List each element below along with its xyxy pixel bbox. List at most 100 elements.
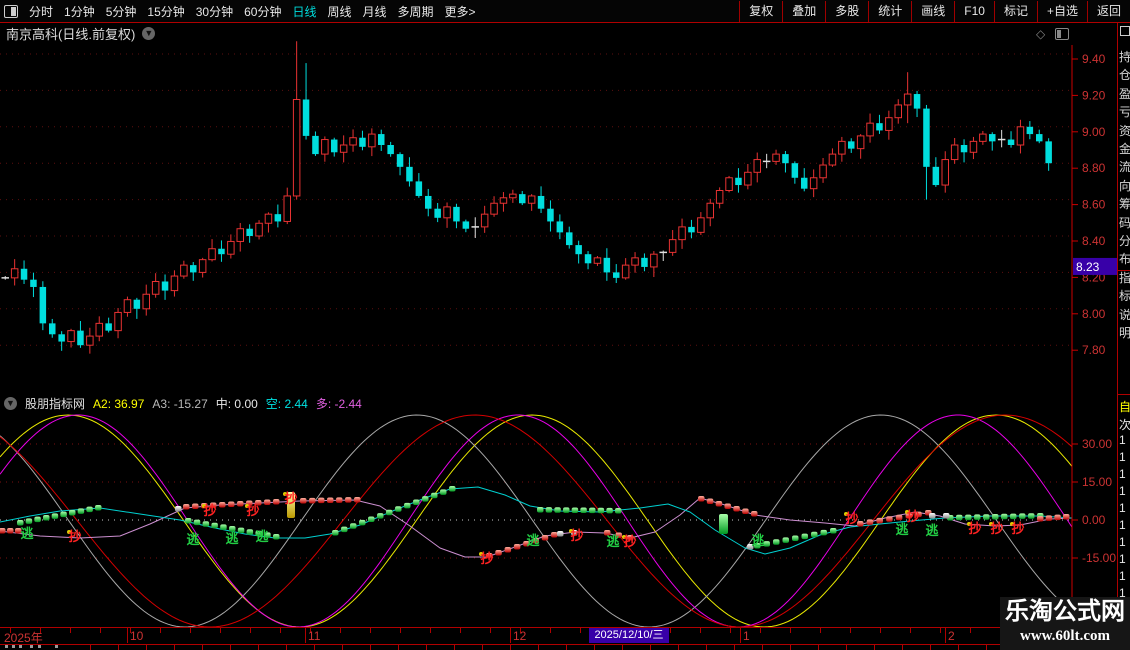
menu-tool-多股[interactable]: 多股 <box>825 0 868 22</box>
sidebar-tab-fragment[interactable]: 分 <box>1119 232 1130 249</box>
red-signal-block <box>336 497 343 503</box>
candle-up <box>668 239 677 253</box>
clipped-tick-fragment <box>594 645 595 650</box>
candle-down <box>39 286 47 324</box>
clipped-tick-fragment <box>482 645 483 650</box>
green-signal-block <box>404 502 411 509</box>
candle-down <box>923 108 930 167</box>
menu-tool-叠加[interactable]: 叠加 <box>782 0 825 22</box>
window-split-icon[interactable] <box>4 4 18 18</box>
sidebar-tab-fragment[interactable]: 亏 <box>1119 103 1130 120</box>
sidebar-tab-fragment[interactable]: 1 <box>1119 518 1130 532</box>
sidebar-tab-fragment[interactable]: 指 <box>1119 269 1130 286</box>
red-signal-block <box>551 532 558 538</box>
candle-down <box>575 245 582 255</box>
sidebar-tab-fragment[interactable]: 1 <box>1119 467 1130 481</box>
green-signal-block <box>449 486 456 492</box>
green-signal-block <box>95 505 102 511</box>
green-signal-block <box>571 507 579 513</box>
price-axis-label: 9.00 <box>1082 125 1106 139</box>
sidebar-tab-fragment[interactable]: 布 <box>1119 250 1130 267</box>
chart-canvas[interactable]: 抄抄 抄抄抄抄 抄抄 抄抄抄抄逃逃逃逃逃逃逃逃 逃9.409.209.008.808.6… <box>0 0 1130 650</box>
sidebar-tab-fragment[interactable]: 仓 <box>1119 66 1130 83</box>
green-signal-block <box>25 518 33 524</box>
clipped-tick-fragment <box>622 645 623 650</box>
menu-tool-+自选[interactable]: +自选 <box>1036 0 1087 22</box>
sidebar-tab-fragment[interactable]: 1 <box>1119 552 1130 566</box>
sidebar-tab-fragment[interactable]: 资 <box>1119 122 1130 139</box>
sidebar-tab-fragment[interactable]: 明 <box>1119 324 1130 341</box>
sidebar-tab-fragment[interactable]: 1 <box>1119 484 1130 498</box>
clipped-ui-fragment <box>12 645 15 648</box>
green-signal-block <box>202 521 210 527</box>
axis-date-label: 12 <box>513 629 527 643</box>
candle-up <box>490 202 498 215</box>
clipped-tick-fragment <box>706 645 707 650</box>
menu-period-60分钟[interactable]: 60分钟 <box>244 3 281 20</box>
menu-period-15分钟[interactable]: 15分钟 <box>147 3 184 20</box>
red-signal-block <box>715 501 723 507</box>
menu-tool-返回[interactable]: 返回 <box>1086 0 1130 22</box>
menu-tool-画线[interactable]: 画线 <box>911 0 954 22</box>
menu-period-月线[interactable]: 月线 <box>363 3 387 20</box>
sidebar-tab-fragment[interactable]: 1 <box>1119 569 1130 583</box>
sidebar-tab-fragment[interactable]: 1 <box>1119 450 1130 464</box>
red-signal-block <box>698 496 705 502</box>
sidebar-tab-fragment[interactable]: 向 <box>1119 177 1130 194</box>
red-signal-block <box>192 503 199 509</box>
sidebar-tab-fragment[interactable]: 流 <box>1119 158 1130 175</box>
right-sidebar-tabs[interactable]: 持仓盈亏资金流向筹码分布指标说明自次1111111111 <box>1117 0 1130 650</box>
candle-up <box>292 99 301 197</box>
time-axis[interactable]: 2025年 10 11 12 1 2 2025/12/10/三 <box>0 627 1130 645</box>
menu-tool-统计[interactable]: 统计 <box>868 0 911 22</box>
candle-down <box>1007 139 1015 145</box>
candle-down <box>20 268 28 280</box>
menu-tool-复权[interactable]: 复权 <box>739 0 782 22</box>
menu-period-日线[interactable]: 日线 <box>292 3 316 20</box>
indicator-collapse-icon[interactable]: ▼ <box>4 397 17 410</box>
green-signal-block <box>811 531 818 538</box>
red-signal-block <box>876 517 883 524</box>
candle-down <box>537 195 545 209</box>
red-signal-block <box>300 498 307 504</box>
sidebar-tab-fragment[interactable]: 码 <box>1119 214 1130 231</box>
candle-down <box>274 214 282 222</box>
menu-period-5分钟[interactable]: 5分钟 <box>106 3 137 20</box>
chevron-down-icon[interactable]: ▼ <box>142 27 156 40</box>
sidebar-tab-fragment[interactable]: 持 <box>1119 48 1130 65</box>
sidebar-tab-fragment[interactable]: 自 <box>1119 398 1130 415</box>
sidebar-tab-fragment[interactable]: 金 <box>1119 140 1130 157</box>
green-signal-block <box>422 496 429 502</box>
escape-top-marker: 逃 <box>606 534 620 549</box>
candle-down <box>359 137 366 147</box>
menu-period-30分钟[interactable]: 30分钟 <box>196 3 233 20</box>
candle-down <box>932 166 940 186</box>
menu-period-1分钟[interactable]: 1分钟 <box>64 3 95 20</box>
menu-period-分时[interactable]: 分时 <box>29 3 53 20</box>
candle-up <box>443 206 451 219</box>
candle-down <box>913 94 921 109</box>
sidebar-tab-fragment[interactable]: 1 <box>1119 535 1130 549</box>
menu-tool-标记[interactable]: 标记 <box>993 0 1037 22</box>
green-signal-block <box>51 513 59 519</box>
candle-up <box>10 268 19 279</box>
clipped-ui-fragment <box>5 645 8 648</box>
green-signal-block <box>60 511 67 518</box>
menu-period-多周期[interactable]: 多周期 <box>398 3 434 20</box>
green-signal-block <box>211 522 218 529</box>
axis-minor-tick <box>940 628 941 633</box>
menu-tool-F10[interactable]: F10 <box>954 0 994 22</box>
sidebar-tab-fragment[interactable]: 说 <box>1119 306 1130 323</box>
sidebar-tab-fragment[interactable]: 标 <box>1119 287 1130 304</box>
sidebar-tab-fragment[interactable]: 筹 <box>1119 195 1130 212</box>
sidebar-tab-fragment[interactable]: 盈 <box>1119 85 1130 102</box>
axis-minor-tick <box>340 628 341 633</box>
menu-period-更多>[interactable]: 更多> <box>445 3 476 20</box>
green-signal-bar <box>719 514 728 534</box>
menu-period-周线[interactable]: 周线 <box>327 3 351 20</box>
green-signal-block <box>563 507 570 513</box>
sidebar-tab-fragment[interactable]: 1 <box>1119 433 1130 447</box>
clipped-ui-fragment <box>55 645 58 648</box>
sidebar-tab-fragment[interactable]: 1 <box>1119 501 1130 515</box>
sidebar-tab-fragment[interactable]: 次 <box>1119 416 1130 433</box>
